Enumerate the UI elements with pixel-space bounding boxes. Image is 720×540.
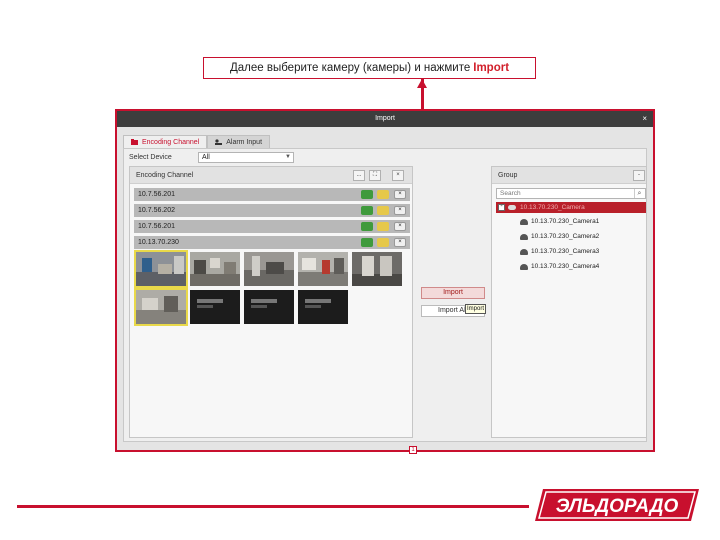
device-ip: 10.7.56.202 [138,207,175,214]
folder-add-icon[interactable] [377,238,389,247]
camera-icon [520,234,528,240]
camera-tree-item[interactable]: 10.13.70.230_Camera3 [520,247,599,257]
camera-thumbnail-offline[interactable] [190,290,240,324]
select-device-dropdown[interactable]: All ▼ [198,152,294,163]
eldorado-logo: ЭЛЬДОРАДО [535,489,699,521]
refresh-icon[interactable] [361,190,373,199]
collapse-icon[interactable]: - [498,203,505,211]
search-placeholder: Search [500,190,521,197]
device-ip: 10.13.70.230 [138,239,179,246]
expand-view-button[interactable]: ⛶ [369,170,381,181]
camera-tree-item[interactable]: 10.13.70.230_Camera1 [520,217,599,227]
camera-thumbnail[interactable] [134,250,188,288]
camera-thumbnail[interactable] [298,252,348,286]
panel-title: Group [498,172,518,179]
page-indicator[interactable]: 1 [409,446,417,454]
remove-icon[interactable]: × [394,190,406,199]
import-button[interactable]: Import [421,287,485,299]
instruction-text: Далее выберите камеру (камеры) и нажмите [229,62,471,74]
device-ip: 10.7.56.201 [138,223,175,230]
alarm-icon [215,139,223,145]
select-device-label: Select Device [129,154,172,161]
camera-icon [520,249,528,255]
group-icon [508,205,516,210]
clear-button[interactable]: × [392,170,404,181]
camera-thumbnail[interactable] [190,252,240,286]
camera-icon [520,264,528,270]
dialog-tabs: Encoding Channel Alarm Input [123,135,271,148]
search-icon[interactable]: ⌕ [634,189,644,198]
dialog-titlebar: Import × [117,111,653,127]
folder-add-icon[interactable] [377,222,389,231]
import-dialog: Import × Encoding Channel Alarm Input Se… [115,109,655,454]
refresh-icon[interactable] [361,222,373,231]
panel-header: Group [492,167,646,184]
remove-icon[interactable]: × [394,222,406,231]
camera-name: 10.13.70.230_Camera4 [531,263,600,270]
footer-divider [17,505,529,508]
folder-add-icon[interactable] [377,206,389,215]
instruction-highlight: Import [473,62,510,74]
camera-tree-item[interactable]: 10.13.70.230_Camera2 [520,232,599,242]
folder-icon [131,139,138,145]
device-row[interactable]: 10.7.56.201 × [134,220,410,233]
camera-tree-item[interactable]: 10.13.70.230_Camera4 [520,262,599,272]
camera-thumbnail-offline[interactable] [244,290,294,324]
import-tooltip: Import [465,304,487,314]
svg-text:ЭЛЬДОРАДО: ЭЛЬДОРАДО [556,496,679,517]
tab-alarm-input[interactable]: Alarm Input [207,135,271,148]
encoding-channel-panel: Encoding Channel ... ⛶ × 10.7.56.201 × 1… [129,166,417,454]
remove-icon[interactable]: × [394,238,406,247]
camera-thumbnail[interactable] [244,252,294,286]
device-row[interactable]: 10.7.56.202 × [134,204,410,217]
group-tree-root[interactable]: - 10.13.70.230_Camera [496,202,646,213]
remove-icon[interactable]: × [394,206,406,215]
chevron-down-icon: ▼ [285,154,291,160]
device-row[interactable]: 10.7.56.201 × [134,188,410,201]
tab-label: Alarm Input [226,138,263,146]
close-icon[interactable]: × [642,111,647,127]
dialog-title: Import [375,115,395,122]
tab-label: Encoding Channel [142,138,200,146]
device-row[interactable]: 10.13.70.230 × [134,236,410,249]
more-button[interactable]: ... [353,170,365,181]
dialog-content: Select Device All ▼ Encoding Channel ...… [123,148,647,454]
camera-name: 10.13.70.230_Camera1 [531,218,600,225]
refresh-icon[interactable] [361,206,373,215]
collapse-button[interactable]: - [633,170,645,181]
group-panel: Group - Search ⌕ - 10.13.70.230_Camera 1… [491,166,647,438]
device-ip: 10.7.56.201 [138,191,175,198]
instruction-callout: Далее выберите камеру (камеры) и нажмите… [203,57,536,79]
camera-thumbnail-offline[interactable] [298,290,348,324]
select-device-value: All [202,154,210,161]
tab-encoding-channel[interactable]: Encoding Channel [123,135,208,148]
camera-thumbnail[interactable] [134,288,188,326]
camera-name: 10.13.70.230_Camera3 [531,248,600,255]
group-search-input[interactable]: Search ⌕ [496,188,646,199]
group-root-label: 10.13.70.230_Camera [520,204,585,211]
camera-thumbnail[interactable] [352,252,402,286]
device-list: 10.7.56.201 × 10.7.56.202 × 10.7.56.201 … [134,188,410,252]
folder-add-icon[interactable] [377,190,389,199]
camera-icon [520,219,528,225]
camera-name: 10.13.70.230_Camera2 [531,233,600,240]
refresh-icon[interactable] [361,238,373,247]
panel-title: Encoding Channel [136,172,194,179]
